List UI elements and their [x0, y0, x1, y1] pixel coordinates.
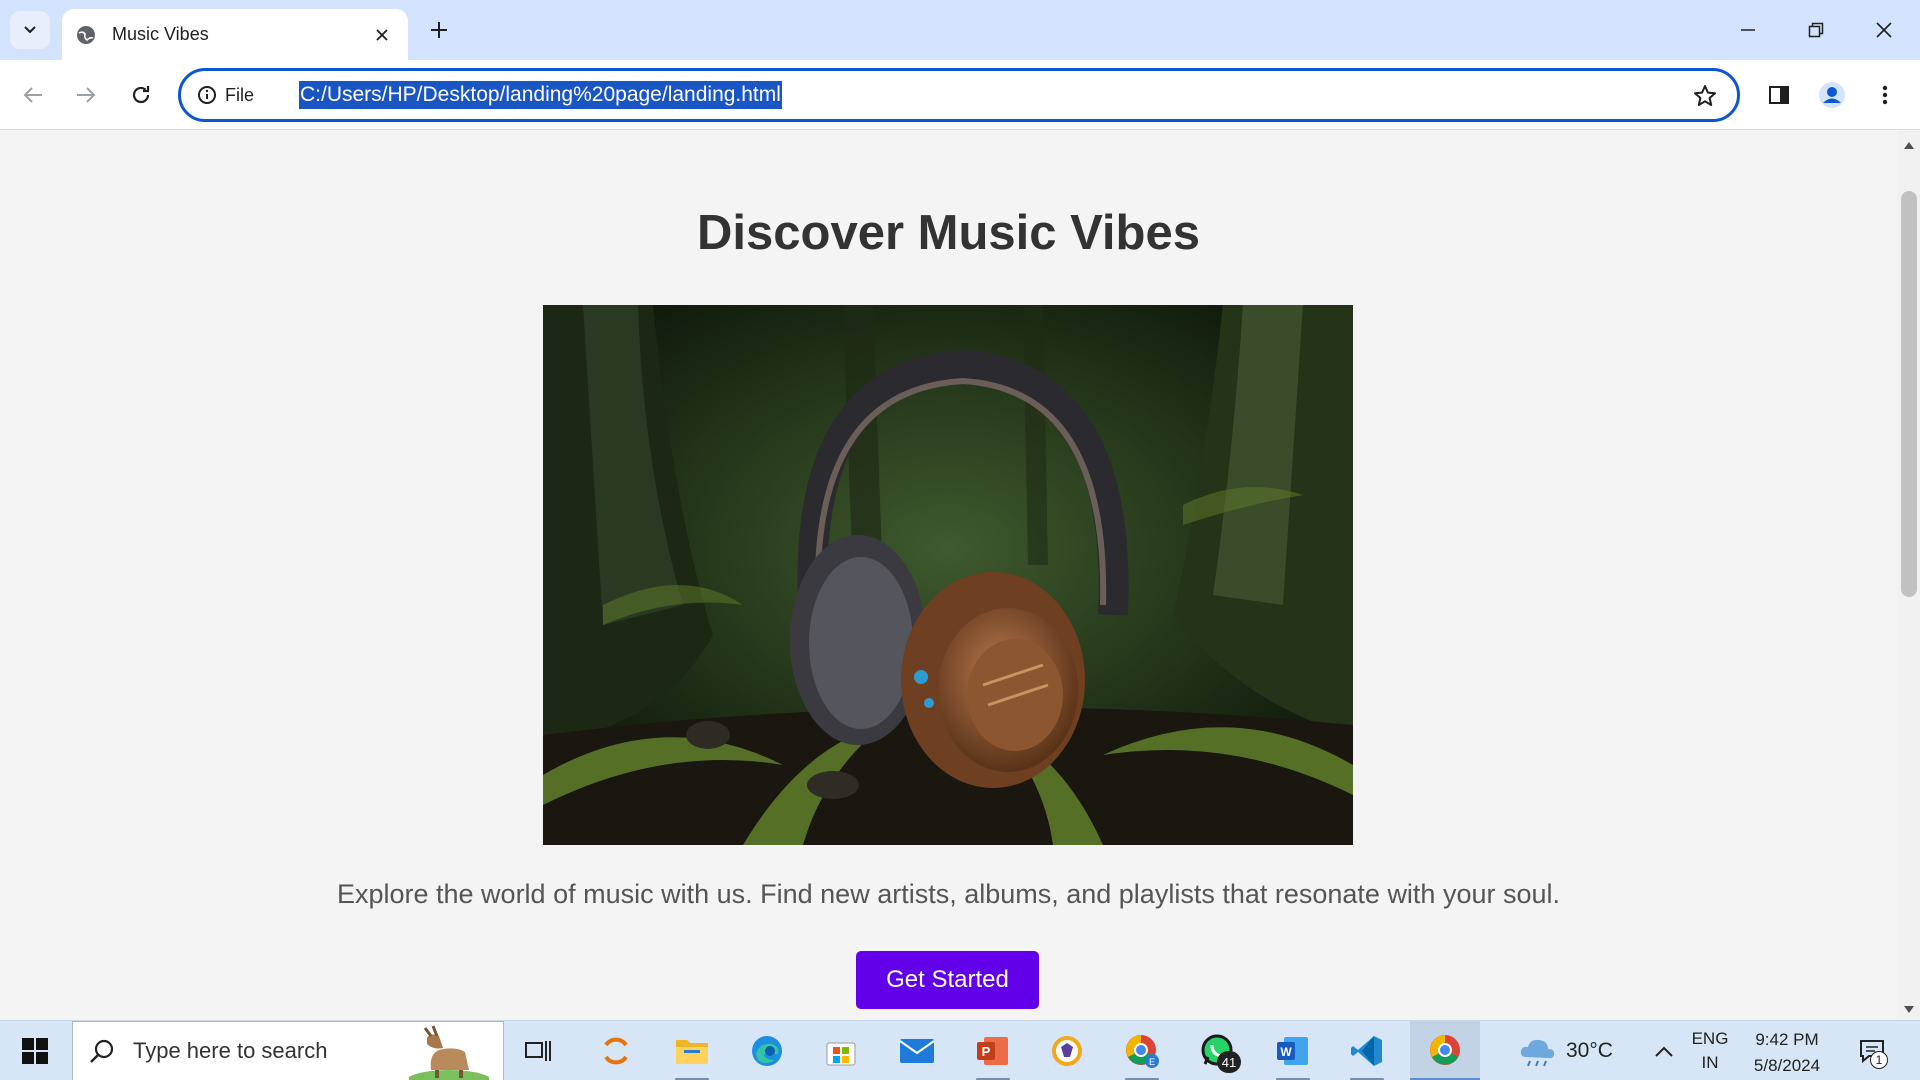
profile-button[interactable]: [1813, 76, 1851, 114]
plus-icon: [431, 22, 447, 38]
reload-icon: [132, 86, 150, 104]
profile-avatar-icon: [1819, 82, 1845, 108]
address-bar[interactable]: File C:/Users/HP/Desktop/landing%20page/…: [178, 68, 1740, 122]
svg-text:W: W: [1280, 1045, 1292, 1059]
vscode-icon: [1351, 1036, 1382, 1066]
search-placeholder: Type here to search: [133, 1038, 328, 1063]
bookmark-star-icon[interactable]: [1691, 82, 1719, 110]
scroll-thumb[interactable]: [1901, 191, 1917, 597]
mail-icon: [899, 1039, 935, 1063]
brave-button[interactable]: [1036, 1021, 1098, 1080]
word-icon: W: [1277, 1037, 1308, 1065]
microsoft-store-button[interactable]: [810, 1021, 872, 1080]
scroll-down-arrow-icon[interactable]: [1897, 1000, 1920, 1020]
loader-app-button[interactable]: [585, 1021, 647, 1080]
weather-widget[interactable]: 30°C: [1518, 1021, 1628, 1080]
close-tab-icon[interactable]: [370, 23, 394, 47]
search-icon: [87, 1036, 117, 1066]
chevron-up-icon: [1655, 1046, 1673, 1057]
page-scrollbar[interactable]: [1897, 131, 1920, 1020]
weather-temperature: 30°C: [1566, 1039, 1613, 1062]
chevron-down-icon: [24, 26, 36, 34]
scheme-label: File: [225, 84, 255, 105]
page-viewport: Discover Music Vibes Explore the world o…: [0, 131, 1897, 1020]
task-view-button[interactable]: [508, 1021, 570, 1080]
chrome-profile-button[interactable]: E: [1111, 1021, 1173, 1080]
notification-center-button[interactable]: 1: [1852, 1031, 1892, 1071]
forward-button[interactable]: [67, 76, 105, 114]
file-explorer-button[interactable]: [661, 1021, 723, 1080]
url-text[interactable]: C:/Users/HP/Desktop/landing%20page/landi…: [299, 81, 782, 109]
folder-icon: [676, 1040, 708, 1064]
arrow-left-icon: [23, 87, 42, 103]
browser-toolbar: File C:/Users/HP/Desktop/landing%20page/…: [0, 60, 1920, 130]
hero-image: [543, 305, 1353, 845]
input-language-indicator[interactable]: ENG IN: [1688, 1027, 1732, 1075]
windows-taskbar: Type here to search P E 41 W 30°C ENG IN…: [0, 1020, 1920, 1080]
back-button[interactable]: [14, 76, 52, 114]
whatsapp-button[interactable]: 41: [1187, 1021, 1249, 1080]
start-button[interactable]: [0, 1021, 70, 1080]
reload-button[interactable]: [122, 76, 160, 114]
headphones-forest-illustration: [543, 305, 1353, 845]
scroll-up-arrow-icon[interactable]: [1897, 135, 1920, 155]
brave-icon: [1052, 1036, 1082, 1066]
show-hidden-icons-button[interactable]: [1650, 1037, 1678, 1065]
word-button[interactable]: W: [1262, 1021, 1324, 1080]
tab-strip: Music Vibes: [0, 0, 1920, 60]
close-icon: [1876, 22, 1892, 38]
loader-app-icon: [604, 1037, 628, 1065]
tab-search-button[interactable]: [10, 11, 50, 49]
notification-count-badge: 1: [1870, 1051, 1888, 1069]
get-started-button[interactable]: Get Started: [856, 951, 1039, 1009]
chrome-icon: [1430, 1034, 1460, 1065]
task-view-icon: [525, 1041, 551, 1061]
globe-icon: [76, 24, 98, 46]
whatsapp-unread-badge: 41: [1217, 1051, 1241, 1073]
chrome-button[interactable]: [1410, 1021, 1480, 1080]
svg-text:E: E: [1149, 1057, 1155, 1067]
system-clock[interactable]: 9:42 PM 5/8/2024: [1742, 1027, 1832, 1079]
restore-button[interactable]: [1794, 8, 1838, 52]
language-code: ENG: [1691, 1029, 1729, 1048]
tab-title: Music Vibes: [112, 24, 209, 44]
vscode-button[interactable]: [1336, 1021, 1398, 1080]
store-icon: [826, 1042, 856, 1066]
tagline: Explore the world of music with us. Find…: [336, 879, 1561, 909]
minimize-icon: [1741, 29, 1755, 31]
cloud-rain-icon: [1520, 1039, 1555, 1067]
new-tab-button[interactable]: [423, 14, 455, 46]
clock-date: 5/8/2024: [1753, 1056, 1821, 1075]
page-title: Discover Music Vibes: [697, 206, 1200, 260]
svg-text:P: P: [982, 1044, 991, 1059]
active-tab[interactable]: Music Vibes: [62, 9, 408, 60]
mail-button[interactable]: [886, 1021, 948, 1080]
search-highlight-icon: [409, 1025, 489, 1080]
edge-button[interactable]: [736, 1021, 798, 1080]
taskbar-search-box[interactable]: Type here to search: [72, 1021, 504, 1080]
restore-icon: [1808, 22, 1824, 38]
kebab-menu-icon: [1882, 85, 1888, 105]
edge-icon: [752, 1036, 782, 1066]
close-window-button[interactable]: [1862, 8, 1906, 52]
side-panel-icon: [1769, 86, 1789, 104]
arrow-right-icon: [77, 87, 96, 103]
minimize-button[interactable]: [1726, 8, 1770, 52]
powerpoint-icon: P: [977, 1037, 1008, 1065]
info-icon[interactable]: [195, 83, 219, 107]
side-panel-button[interactable]: [1760, 76, 1798, 114]
windows-logo-icon: [22, 1038, 48, 1064]
clock-time: 9:42 PM: [1755, 1030, 1819, 1049]
menu-button[interactable]: [1866, 76, 1904, 114]
region-code: IN: [1701, 1053, 1719, 1072]
chrome-profile-icon: E: [1126, 1035, 1159, 1068]
powerpoint-button[interactable]: P: [962, 1021, 1024, 1080]
